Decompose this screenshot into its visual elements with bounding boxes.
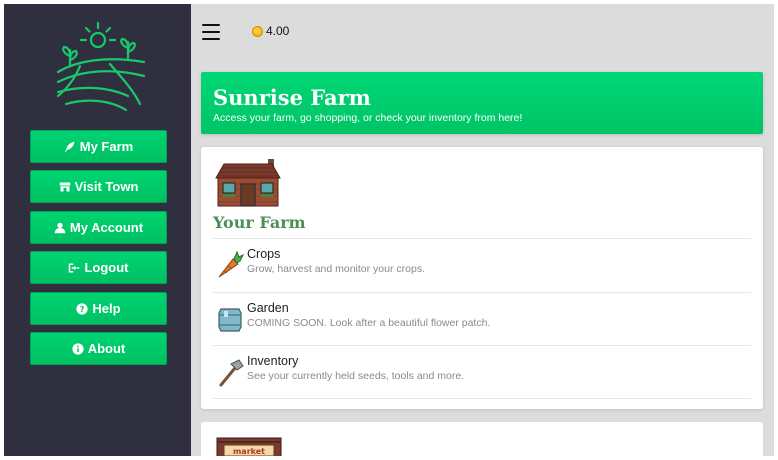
- wallet-balance-value: 4.00: [266, 24, 290, 38]
- divider: [213, 398, 751, 399]
- nav-my-farm-label: My Farm: [79, 139, 134, 154]
- nav-visit-town-label: Visit Town: [74, 179, 139, 194]
- market-image: market: [216, 437, 282, 456]
- info-circle-icon: [72, 342, 84, 355]
- market-sign-text: market: [233, 447, 265, 456]
- coin-icon: [252, 25, 263, 37]
- nav-logout-button[interactable]: Logout: [30, 251, 167, 284]
- barn-image: [215, 159, 281, 207]
- inventory-description: See your currently held seeds, tools and…: [247, 370, 465, 382]
- feather-icon: [64, 141, 75, 152]
- page-title: Sunrise Farm: [213, 85, 371, 110]
- list-item-crops[interactable]: Crops Grow, harvest and monitor your cro…: [213, 239, 751, 292]
- nav-logout-label: Logout: [84, 260, 129, 275]
- list-item-inventory[interactable]: Inventory See your currently held seeds,…: [213, 346, 751, 399]
- wallet-balance: 4.00: [252, 24, 289, 38]
- garden-description: COMING SOON. Look after a beautiful flow…: [247, 317, 491, 329]
- nav-my-account-button[interactable]: My Account: [30, 211, 167, 244]
- your-farm-title: Your Farm: [213, 213, 306, 232]
- svg-text:?: ?: [80, 304, 85, 314]
- store-icon: [59, 182, 70, 191]
- top-bar: 4.00: [191, 4, 774, 62]
- farm-fields-sun-logo: [56, 21, 146, 112]
- crops-description: Grow, harvest and monitor your crops.: [247, 263, 425, 275]
- nav-about-button[interactable]: About: [30, 332, 167, 365]
- nav-help-label: Help: [92, 301, 121, 316]
- question-circle-icon: ?: [76, 302, 89, 315]
- carrot-icon: [218, 250, 245, 278]
- nav-visit-town-button[interactable]: Visit Town: [30, 170, 167, 203]
- page-subtitle: Access your farm, go shopping, or check …: [213, 112, 523, 124]
- your-farm-card: Your Farm Crops Grow, harvest and monito…: [201, 147, 763, 409]
- menu-toggle-icon[interactable]: [202, 24, 220, 40]
- garden-label: Garden: [247, 301, 289, 315]
- nav-my-account-label: My Account: [69, 220, 144, 235]
- nav-help-button[interactable]: ? Help: [30, 292, 167, 325]
- hoe-icon: [219, 359, 244, 387]
- nav-about-label: About: [87, 341, 126, 356]
- user-icon: [54, 222, 66, 233]
- barrel-icon: [218, 308, 242, 332]
- app-frame: My Farm Visit Town My Account Logout ? H…: [4, 4, 774, 456]
- sidebar: My Farm Visit Town My Account Logout ? H…: [4, 4, 191, 456]
- list-item-garden[interactable]: Garden COMING SOON. Look after a beautif…: [213, 293, 751, 346]
- inventory-label: Inventory: [247, 354, 299, 368]
- sign-out-icon: [69, 263, 80, 272]
- market-card: market: [201, 422, 763, 456]
- crops-label: Crops: [247, 247, 281, 261]
- nav-my-farm-button[interactable]: My Farm: [30, 130, 167, 163]
- farm-hero-banner: Sunrise Farm Access your farm, go shoppi…: [201, 72, 763, 134]
